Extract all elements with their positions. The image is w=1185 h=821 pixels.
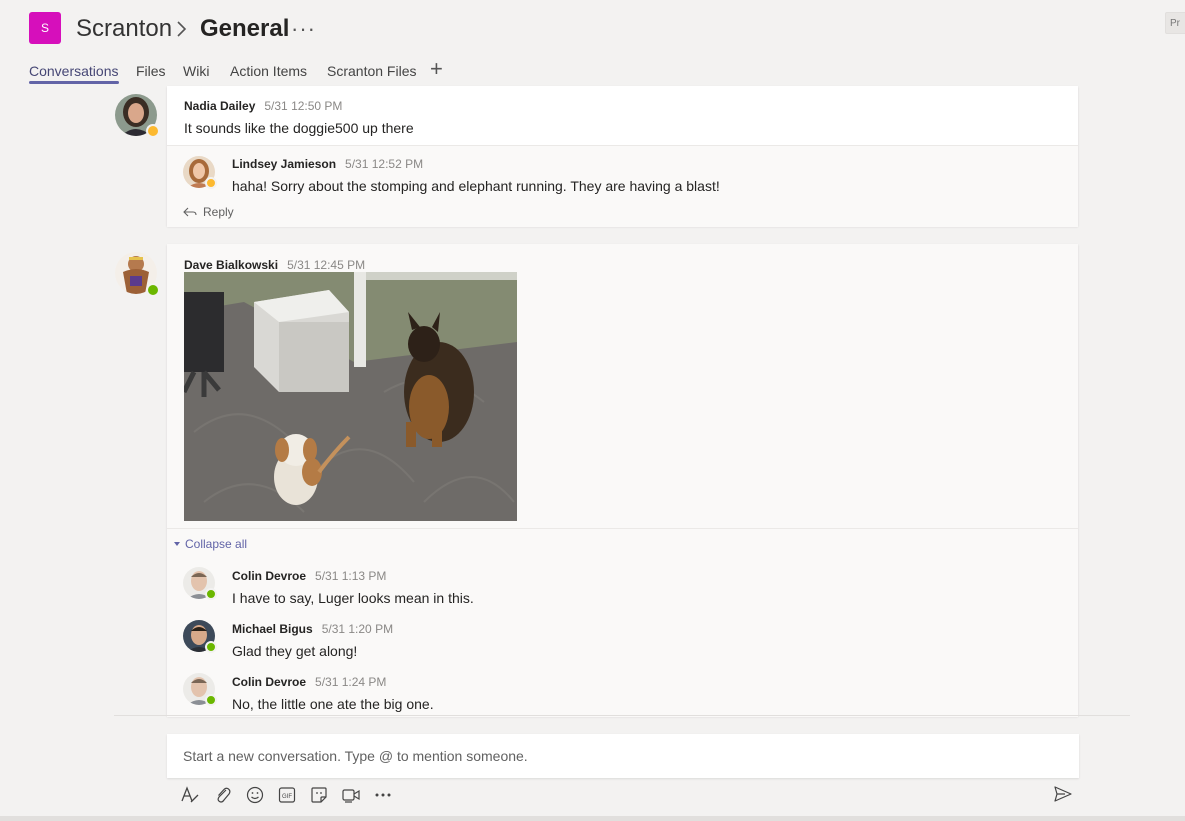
presence-available-icon	[146, 283, 160, 297]
message-author[interactable]: Michael Bigus	[232, 622, 313, 636]
emoji-icon[interactable]	[245, 785, 265, 805]
message-author[interactable]: Dave Bialkowski	[184, 258, 278, 272]
message-timestamp: 5/31 12:50 PM	[264, 99, 343, 113]
message-body: I have to say, Luger looks mean in this.	[232, 590, 474, 606]
reply-area: Lindsey Jamieson 5/31 12:52 PM haha! Sorr…	[167, 145, 1078, 227]
reply-button[interactable]: Reply	[183, 205, 234, 219]
format-icon[interactable]	[180, 785, 200, 805]
attach-icon[interactable]	[213, 785, 233, 805]
caret-down-icon	[174, 542, 180, 546]
breadcrumb-team-name[interactable]: Scranton	[76, 14, 172, 44]
reply-area: Collapse all Colin Devroe 5/31 1:13 PM I …	[167, 528, 1078, 717]
reply-message: Colin Devroe 5/31 1:24 PM No, the little …	[232, 673, 434, 712]
tab-files[interactable]: Files	[136, 62, 166, 84]
svg-text:GIF: GIF	[282, 794, 292, 800]
breadcrumb-chevron-icon	[175, 14, 189, 44]
team-avatar-tile[interactable]: S	[29, 12, 61, 44]
presence-away-icon	[205, 177, 217, 189]
message-author[interactable]: Colin Devroe	[232, 569, 306, 583]
message-author[interactable]: Nadia Dailey	[184, 99, 255, 113]
message-timestamp: 5/31 1:24 PM	[315, 675, 387, 689]
breadcrumb-channel-name: General	[200, 15, 290, 42]
reply-message: Lindsey Jamieson 5/31 12:52 PM haha! Sorr…	[232, 155, 720, 194]
presence-available-icon	[205, 694, 217, 706]
gif-icon[interactable]: GIF	[277, 785, 297, 805]
feed-bottom-divider	[114, 715, 1130, 716]
thread-card-dave: Dave Bialkowski 5/31 12:45 PM Collapse a…	[167, 244, 1078, 717]
message-body: haha! Sorry about the stomping and eleph…	[232, 178, 720, 194]
tab-scranton-files[interactable]: Scranton Files	[327, 62, 416, 84]
reply-message: Michael Bigus 5/31 1:20 PM Glad they get …	[232, 620, 393, 659]
root-message: Nadia Dailey 5/31 12:50 PM It sounds like…	[184, 97, 414, 136]
reply-arrow-icon	[183, 207, 197, 217]
message-body: No, the little one ate the big one.	[232, 696, 434, 712]
new-conversation-input[interactable]: Start a new conversation. Type @ to ment…	[167, 734, 1079, 778]
more-options-icon[interactable]	[373, 785, 393, 805]
tab-action-items[interactable]: Action Items	[230, 62, 307, 84]
presence-away-icon	[146, 124, 160, 138]
message-timestamp: 5/31 12:52 PM	[345, 157, 424, 171]
channel-more-options-icon[interactable]: ···	[291, 14, 316, 44]
meet-now-icon[interactable]	[341, 785, 361, 805]
send-icon[interactable]	[1053, 785, 1073, 805]
root-message-area: Dave Bialkowski 5/31 12:45 PM	[167, 244, 1078, 528]
reply-message: Colin Devroe 5/31 1:13 PM I have to say, …	[232, 567, 474, 606]
team-initial: S	[40, 21, 49, 35]
message-timestamp: 5/31 12:45 PM	[287, 258, 366, 272]
collapse-all-button[interactable]: Collapse all	[173, 537, 247, 551]
tab-wiki[interactable]: Wiki	[183, 62, 209, 84]
message-body: It sounds like the doggie500 up there	[184, 120, 414, 136]
message-author[interactable]: Colin Devroe	[232, 675, 306, 689]
presence-available-icon	[205, 588, 217, 600]
message-timestamp: 5/31 1:20 PM	[321, 622, 394, 636]
message-timestamp: 5/31 1:13 PM	[315, 569, 387, 583]
reply-label: Reply	[203, 205, 234, 219]
message-body: Glad they get along!	[232, 643, 358, 659]
add-tab-icon[interactable]: +	[430, 56, 443, 82]
message-author[interactable]: Lindsey Jamieson	[232, 157, 336, 171]
dogs-photo-image	[184, 272, 517, 521]
collapse-all-label: Collapse all	[185, 537, 248, 551]
thread-card-nadia: Nadia Dailey 5/31 12:50 PM It sounds like…	[167, 86, 1078, 227]
tab-conversations[interactable]: Conversations	[29, 62, 119, 84]
header-right-button[interactable]: Pr	[1165, 12, 1185, 34]
attached-photo[interactable]	[184, 272, 517, 521]
presence-available-icon	[205, 641, 217, 653]
sticker-icon[interactable]	[309, 785, 329, 805]
window-bottom-edge	[0, 816, 1185, 821]
